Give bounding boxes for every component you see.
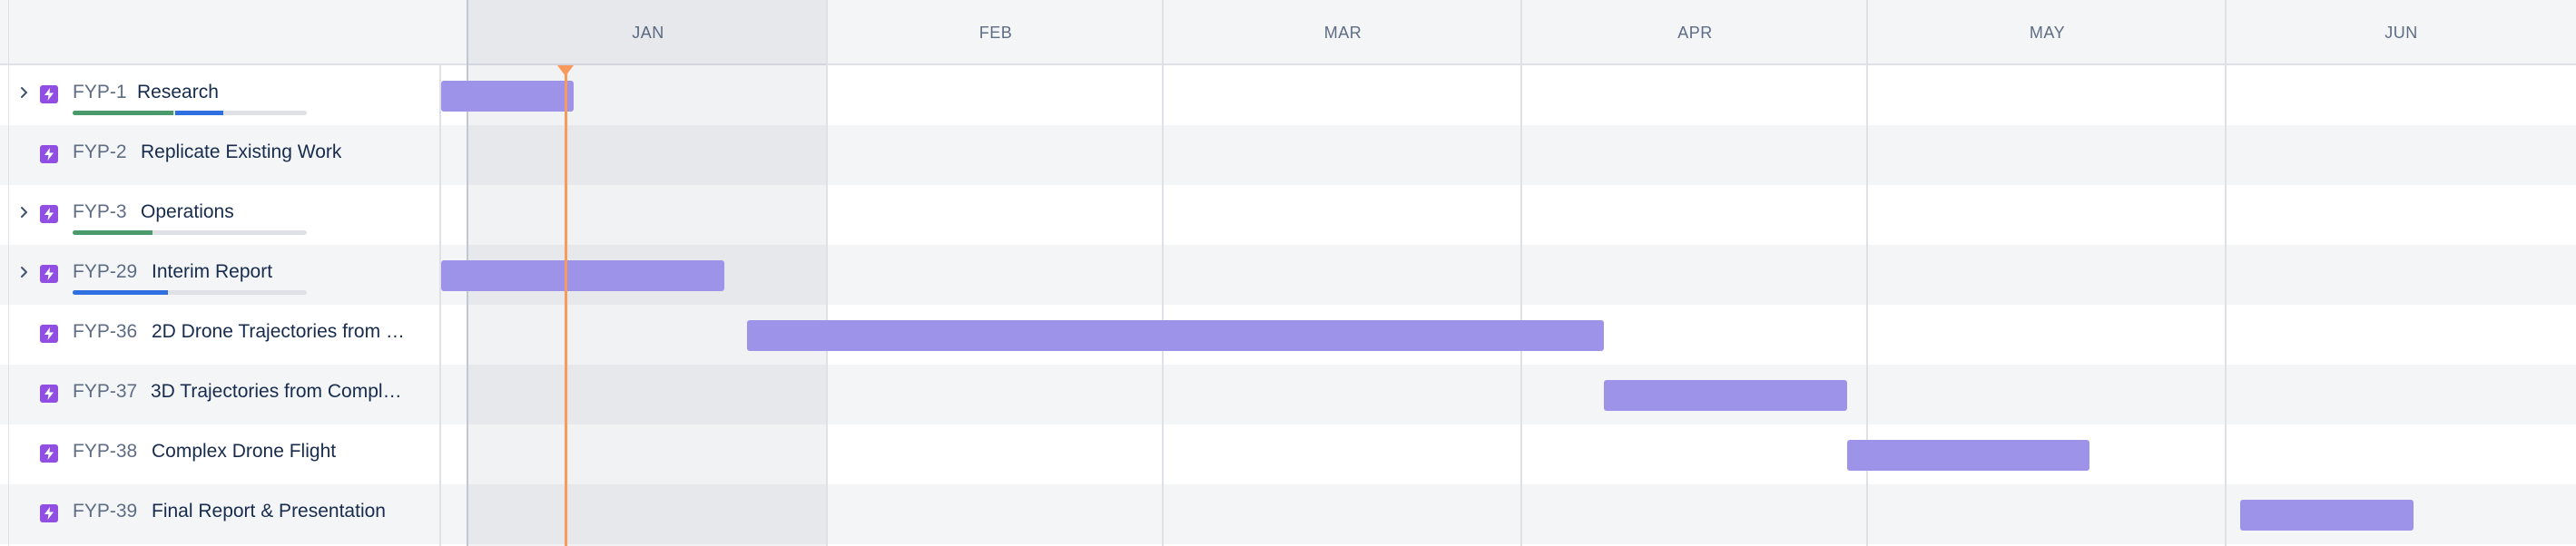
issue-row-fyp-3[interactable]: FYP-3 Operations	[0, 185, 441, 245]
epic-lightning-icon	[40, 444, 58, 463]
issue-key[interactable]: FYP-1	[73, 82, 127, 103]
progress-bar	[73, 111, 307, 115]
issue-summary[interactable]: 2D Drone Trajectories from …	[152, 321, 405, 343]
epic-lightning-icon	[40, 205, 58, 223]
issue-list-header	[0, 0, 441, 65]
issue-summary[interactable]: Replicate Existing Work	[141, 141, 341, 163]
epic-lightning-icon	[40, 265, 58, 283]
issue-summary[interactable]: Complex Drone Flight	[152, 441, 336, 463]
epic-lightning-icon	[40, 85, 58, 103]
month-header-may: MAY	[2029, 24, 2066, 42]
issue-summary[interactable]: Interim Report	[152, 261, 272, 283]
epic-lightning-icon	[40, 145, 58, 163]
issue-row-fyp-38[interactable]: FYP-38 Complex Drone Flight	[0, 424, 441, 484]
issue-summary[interactable]: Final Report & Presentation	[152, 501, 386, 522]
month-header-apr: APR	[1677, 24, 1713, 42]
schedule-bar-fyp-36[interactable]	[747, 320, 1604, 351]
epic-lightning-icon	[40, 385, 58, 403]
issue-list: FYP-1 Research FYP-2 Replicate Existing …	[0, 0, 441, 546]
month-divider	[826, 0, 828, 546]
schedule-bar-fyp-38[interactable]	[1847, 440, 2089, 471]
issue-row-fyp-2[interactable]: FYP-2 Replicate Existing Work	[0, 125, 441, 185]
issue-row-fyp-29[interactable]: FYP-29 Interim Report	[0, 245, 441, 305]
issue-key[interactable]: FYP-38	[73, 441, 137, 463]
today-line	[565, 65, 567, 546]
progress-in-progress	[73, 290, 168, 295]
schedule-bar-fyp-37[interactable]	[1604, 380, 1847, 411]
schedule-bar-fyp-1[interactable]	[441, 81, 574, 112]
month-divider	[1520, 0, 1522, 546]
issue-row-fyp-39[interactable]: FYP-39 Final Report & Presentation	[0, 484, 441, 544]
issue-key[interactable]: FYP-37	[73, 381, 137, 403]
issue-key[interactable]: FYP-3	[73, 201, 127, 223]
month-divider	[2225, 0, 2227, 546]
issue-summary[interactable]: Operations	[141, 201, 234, 223]
epic-lightning-icon	[40, 325, 58, 343]
chevron-right-icon[interactable]	[16, 85, 31, 100]
issue-row-fyp-1[interactable]: FYP-1 Research	[0, 65, 441, 125]
schedule-bar-fyp-29[interactable]	[441, 260, 724, 291]
issue-key[interactable]: FYP-2	[73, 141, 127, 163]
month-header-mar: MAR	[1323, 24, 1362, 42]
issue-row-fyp-37[interactable]: FYP-37 3D Trajectories from Compl…	[0, 365, 441, 424]
progress-done	[73, 111, 173, 115]
chevron-right-icon[interactable]	[16, 265, 31, 279]
schedule-bar-fyp-39[interactable]	[2240, 500, 2414, 531]
month-divider	[1162, 0, 1164, 546]
issue-summary[interactable]: 3D Trajectories from Compl…	[151, 381, 402, 403]
chevron-right-icon[interactable]	[16, 205, 31, 219]
progress-in-progress	[175, 111, 223, 115]
issue-key[interactable]: FYP-39	[73, 501, 137, 522]
issue-summary[interactable]: Research	[137, 82, 219, 103]
progress-done	[73, 230, 152, 235]
progress-bar	[73, 230, 307, 235]
issue-row-fyp-36[interactable]: FYP-36 2D Drone Trajectories from …	[0, 305, 441, 365]
month-header-feb: FEB	[978, 24, 1013, 42]
progress-bar	[73, 290, 307, 295]
month-header-jun: JUN	[2384, 24, 2418, 42]
issue-key[interactable]: FYP-36	[73, 321, 137, 343]
epic-lightning-icon	[40, 504, 58, 522]
issue-key[interactable]: FYP-29	[73, 261, 137, 283]
